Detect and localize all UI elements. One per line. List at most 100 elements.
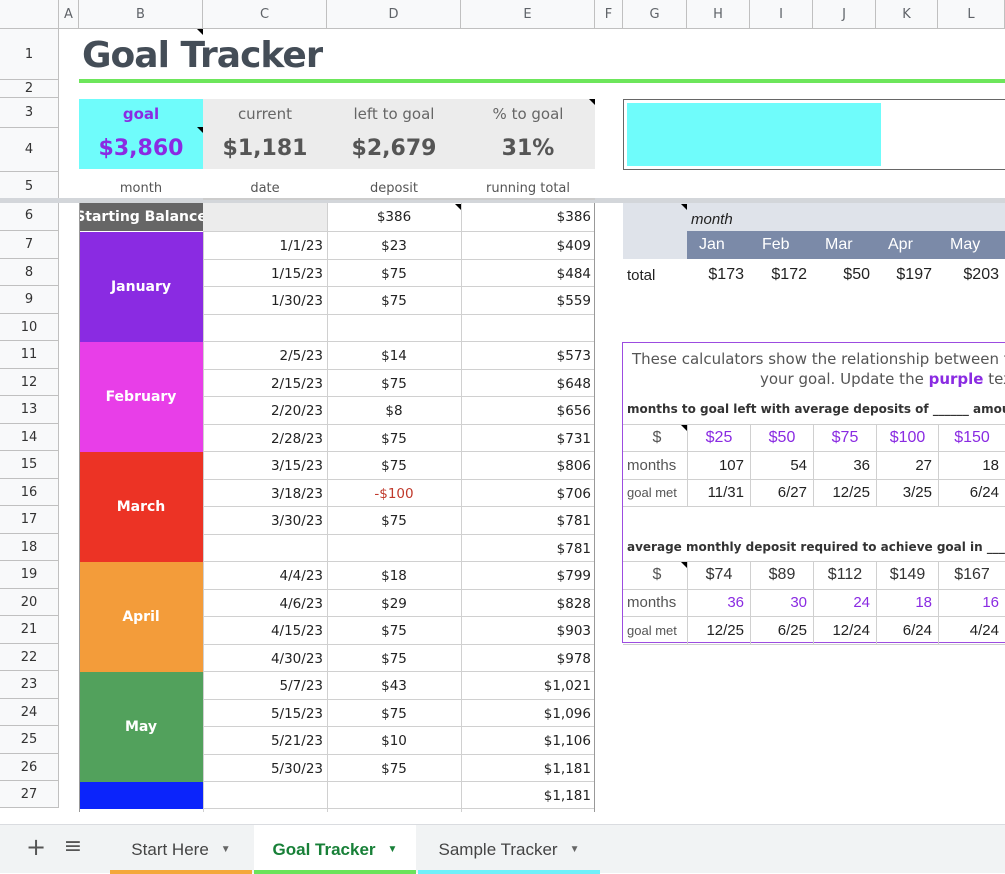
column-header-g[interactable]: G (623, 0, 687, 29)
calc-amount-value[interactable]: $25 (687, 424, 750, 451)
entry-date[interactable]: 2/20/23 (203, 397, 327, 425)
entry-date[interactable]: 5/7/23 (203, 672, 327, 700)
entry-deposit[interactable]: $75 (327, 452, 461, 480)
row-header-5[interactable]: 5 (0, 172, 59, 201)
entry-date[interactable]: 4/6/23 (203, 590, 327, 617)
chevron-down-icon[interactable]: ▼ (388, 844, 398, 855)
calc-amount-value[interactable]: $50 (750, 424, 813, 451)
entry-date[interactable]: 3/15/23 (203, 452, 327, 480)
entry-date[interactable]: 5/21/23 (203, 727, 327, 755)
entry-date[interactable]: 4/15/23 (203, 617, 327, 645)
entry-deposit[interactable]: $8 (327, 397, 461, 425)
row-header-7[interactable]: 7 (0, 231, 59, 259)
entry-date[interactable]: 5/15/23 (203, 700, 327, 727)
entry-deposit[interactable] (327, 535, 461, 562)
row-header-6[interactable]: 6 (0, 201, 59, 231)
chevron-down-icon[interactable]: ▼ (570, 844, 580, 855)
calc-amount-value[interactable]: $75 (813, 424, 876, 451)
calc-months-value[interactable]: 36 (687, 589, 750, 616)
all-sheets-menu-icon[interactable]: ≡ (60, 834, 86, 864)
entry-date[interactable]: 4/30/23 (203, 645, 327, 672)
entry-deposit[interactable]: $75 (327, 260, 461, 287)
row-header-18[interactable]: 18 (0, 534, 59, 561)
column-header-a[interactable]: A (59, 0, 79, 29)
column-header-c[interactable]: C (203, 0, 327, 29)
sheet-tab-goal-tracker[interactable]: Goal Tracker ▼ (254, 825, 416, 874)
row-header-27[interactable]: 27 (0, 781, 59, 808)
row-header-11[interactable]: 11 (0, 341, 59, 369)
entry-deposit[interactable]: $75 (327, 507, 461, 535)
entry-deposit[interactable]: $75 (327, 645, 461, 672)
spreadsheet-grid[interactable]: ABCDEFGHIJKL 1 2 3 4 5 6 7 8 9 10 11 12 13 14 15 16 17 18… (0, 0, 1005, 812)
month-block-june[interactable] (79, 782, 203, 809)
entry-date[interactable]: 3/30/23 (203, 507, 327, 535)
row-header-25[interactable]: 25 (0, 726, 59, 754)
entry-deposit[interactable]: $75 (327, 700, 461, 727)
calc-months-value[interactable]: 24 (813, 589, 876, 616)
entry-deposit[interactable]: $75 (327, 617, 461, 645)
calc-months-value[interactable]: 16 (938, 589, 1005, 616)
month-block-march[interactable]: March (79, 452, 203, 562)
entry-deposit[interactable]: $10 (327, 727, 461, 755)
column-header-i[interactable]: I (750, 0, 813, 29)
month-block-january[interactable]: January (79, 232, 203, 342)
entry-deposit[interactable]: $75 (327, 755, 461, 782)
calc-amount-value[interactable]: $100 (876, 424, 938, 451)
month-block-may[interactable]: May (79, 672, 203, 782)
entry-date[interactable] (203, 315, 327, 342)
entry-deposit[interactable]: $14 (327, 342, 461, 370)
row-header-9[interactable]: 9 (0, 286, 59, 314)
row-header-1[interactable]: 1 (0, 29, 59, 80)
row-header-26[interactable]: 26 (0, 754, 59, 781)
row-header-3[interactable]: 3 (0, 98, 59, 128)
entry-date[interactable]: 1/30/23 (203, 287, 327, 315)
month-block-february[interactable]: February (79, 342, 203, 452)
column-header-h[interactable]: H (687, 0, 750, 29)
entry-deposit[interactable]: $75 (327, 425, 461, 452)
entry-deposit[interactable] (327, 315, 461, 342)
row-header-21[interactable]: 21 (0, 616, 59, 644)
chevron-down-icon[interactable]: ▼ (221, 844, 231, 855)
starting-balance-date-cell[interactable] (203, 203, 327, 231)
entry-date[interactable]: 4/4/23 (203, 562, 327, 590)
calc-months-value[interactable]: 30 (750, 589, 813, 616)
entry-deposit[interactable]: $18 (327, 562, 461, 590)
row-header-4[interactable]: 4 (0, 128, 59, 172)
column-header-e[interactable]: E (461, 0, 595, 29)
entry-date[interactable]: 5/30/23 (203, 755, 327, 782)
column-header-d[interactable]: D (327, 0, 461, 29)
entry-deposit[interactable]: $23 (327, 232, 461, 260)
sheet-tab-start-here[interactable]: Start Here ▼ (110, 825, 252, 874)
entry-date[interactable]: 2/5/23 (203, 342, 327, 370)
add-sheet-button[interactable]: + (24, 833, 48, 863)
row-header-16[interactable]: 16 (0, 479, 59, 506)
row-header-20[interactable]: 20 (0, 589, 59, 616)
row-header-13[interactable]: 13 (0, 396, 59, 424)
entry-date[interactable]: 2/15/23 (203, 370, 327, 397)
column-header-k[interactable]: K (876, 0, 938, 29)
entry-date[interactable]: 1/1/23 (203, 232, 327, 260)
row-header-12[interactable]: 12 (0, 369, 59, 396)
entry-deposit[interactable]: $75 (327, 370, 461, 397)
entry-deposit[interactable]: $75 (327, 287, 461, 315)
sheet-tab-sample-tracker[interactable]: Sample Tracker ▼ (418, 825, 600, 874)
column-header-f[interactable]: F (595, 0, 623, 29)
entry-date[interactable]: 2/28/23 (203, 425, 327, 452)
row-header-14[interactable]: 14 (0, 424, 59, 451)
row-header-23[interactable]: 23 (0, 671, 59, 699)
row-header-19[interactable]: 19 (0, 561, 59, 589)
calc-amount-value[interactable]: $150 (938, 424, 1005, 451)
entry-date[interactable] (203, 535, 327, 562)
column-header-j[interactable]: J (813, 0, 876, 29)
entry-date[interactable]: 1/15/23 (203, 260, 327, 287)
calc-months-value[interactable]: 18 (876, 589, 938, 616)
entry-deposit[interactable]: $29 (327, 590, 461, 617)
row-header-24[interactable]: 24 (0, 699, 59, 726)
entry-deposit[interactable]: $43 (327, 672, 461, 700)
row-header-15[interactable]: 15 (0, 451, 59, 479)
entry-deposit[interactable]: -$100 (327, 480, 461, 507)
entry-deposit[interactable] (327, 782, 461, 809)
goal-value[interactable]: $3,860 (79, 131, 203, 165)
starting-balance-deposit[interactable]: $386 (327, 203, 461, 231)
row-header-2[interactable]: 2 (0, 80, 59, 98)
